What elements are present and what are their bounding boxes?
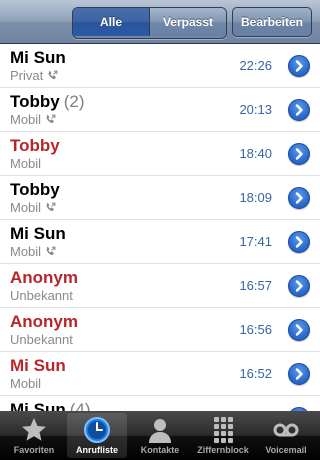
chevron-right-icon [295, 104, 303, 116]
detail-disclosure-button[interactable] [288, 231, 310, 253]
number-type: Mobil [10, 376, 42, 391]
edit-button[interactable]: Bearbeiten [232, 7, 312, 37]
phone-outgoing-icon [46, 114, 56, 124]
detail-disclosure-button[interactable] [288, 319, 310, 341]
chevron-right-icon [295, 60, 303, 72]
tab-ziffernblock[interactable]: Ziffernblock [193, 413, 253, 458]
tab-label: Anrufliste [75, 445, 118, 455]
number-type: Mobil [10, 156, 42, 171]
chevron-right-icon [295, 148, 303, 160]
call-time: 16:57 [239, 278, 272, 293]
segment-missed[interactable]: Verpasst [149, 8, 226, 36]
phone-outgoing-icon [46, 246, 56, 256]
call-row[interactable]: Mi Sun Mobil 17:41 [0, 220, 320, 264]
caller-name: Tobby [10, 180, 60, 199]
caller-name: Anonym [10, 268, 78, 287]
call-time: 18:40 [239, 146, 272, 161]
phone-outgoing-icon [46, 202, 56, 212]
call-count: (2) [63, 92, 85, 111]
star-icon [22, 418, 46, 441]
caller-name: Mi Sun [10, 224, 66, 243]
tab-bar: Favoriten Anrufliste Kontakte Ziffernblock V… [0, 411, 320, 460]
caller-name: Mi Sun (4) [10, 400, 91, 411]
tab-label: Favoriten [13, 445, 55, 455]
call-row[interactable]: Mi Sun (4) [0, 396, 320, 411]
caller-name: Mi Sun [10, 48, 66, 67]
clock-icon [84, 417, 110, 443]
call-row[interactable]: Anonym Unbekannt 16:56 [0, 308, 320, 352]
person-icon [149, 419, 171, 443]
detail-disclosure-button[interactable] [288, 187, 310, 209]
chevron-right-icon [295, 192, 303, 204]
call-row[interactable]: Tobby Mobil 18:40 [0, 132, 320, 176]
segment-all[interactable]: Alle [73, 8, 149, 36]
number-type: Mobil [10, 200, 56, 215]
detail-disclosure-button[interactable] [288, 143, 310, 165]
caller-name: Tobby (2) [10, 92, 85, 111]
detail-disclosure-button[interactable] [288, 55, 310, 77]
call-row[interactable]: Tobby (2) Mobil 20:13 [0, 88, 320, 132]
phone-outgoing-icon [48, 70, 58, 80]
number-type: Privat [10, 68, 58, 83]
call-count: (4) [69, 400, 91, 411]
number-type: Mobil [10, 244, 56, 259]
navigation-bar: Alle Verpasst Bearbeiten [0, 0, 320, 44]
call-row[interactable]: Mi Sun Privat 22:26 [0, 44, 320, 88]
call-time: 17:41 [239, 234, 272, 249]
call-time: 16:52 [239, 366, 272, 381]
caller-name: Anonym [10, 312, 78, 331]
tab-label: Kontakte [140, 445, 180, 455]
keypad-icon [214, 417, 233, 443]
number-type: Unbekannt [10, 288, 73, 303]
tab-label: Voicemail [265, 445, 307, 455]
tab-voicemail[interactable]: Voicemail [256, 413, 316, 458]
tab-kontakte[interactable]: Kontakte [130, 413, 190, 458]
call-row[interactable]: Tobby Mobil 18:09 [0, 176, 320, 220]
detail-disclosure-button[interactable] [288, 99, 310, 121]
call-row[interactable]: Mi Sun Mobil 16:52 [0, 352, 320, 396]
call-time: 20:13 [239, 102, 272, 117]
call-time: 16:56 [239, 322, 272, 337]
tab-label: Ziffernblock [197, 445, 249, 455]
filter-segmented-control: Alle Verpasst [72, 7, 227, 39]
caller-name: Mi Sun [10, 356, 66, 375]
tab-anrufliste[interactable]: Anrufliste [67, 413, 127, 458]
caller-name: Tobby [10, 136, 60, 155]
number-type: Unbekannt [10, 332, 73, 347]
detail-disclosure-button[interactable] [288, 275, 310, 297]
chevron-right-icon [295, 368, 303, 380]
call-time: 18:09 [239, 190, 272, 205]
call-row[interactable]: Anonym Unbekannt 16:57 [0, 264, 320, 308]
call-time: 22:26 [239, 58, 272, 73]
chevron-right-icon [295, 236, 303, 248]
voicemail-icon [273, 423, 299, 437]
number-type: Mobil [10, 112, 56, 127]
recents-list[interactable]: Mi Sun Privat 22:26 Tobby (2) Mobil 20:13 Tobby… [0, 44, 320, 411]
chevron-right-icon [295, 324, 303, 336]
tab-favoriten[interactable]: Favoriten [4, 413, 64, 458]
chevron-right-icon [295, 280, 303, 292]
detail-disclosure-button[interactable] [288, 363, 310, 385]
